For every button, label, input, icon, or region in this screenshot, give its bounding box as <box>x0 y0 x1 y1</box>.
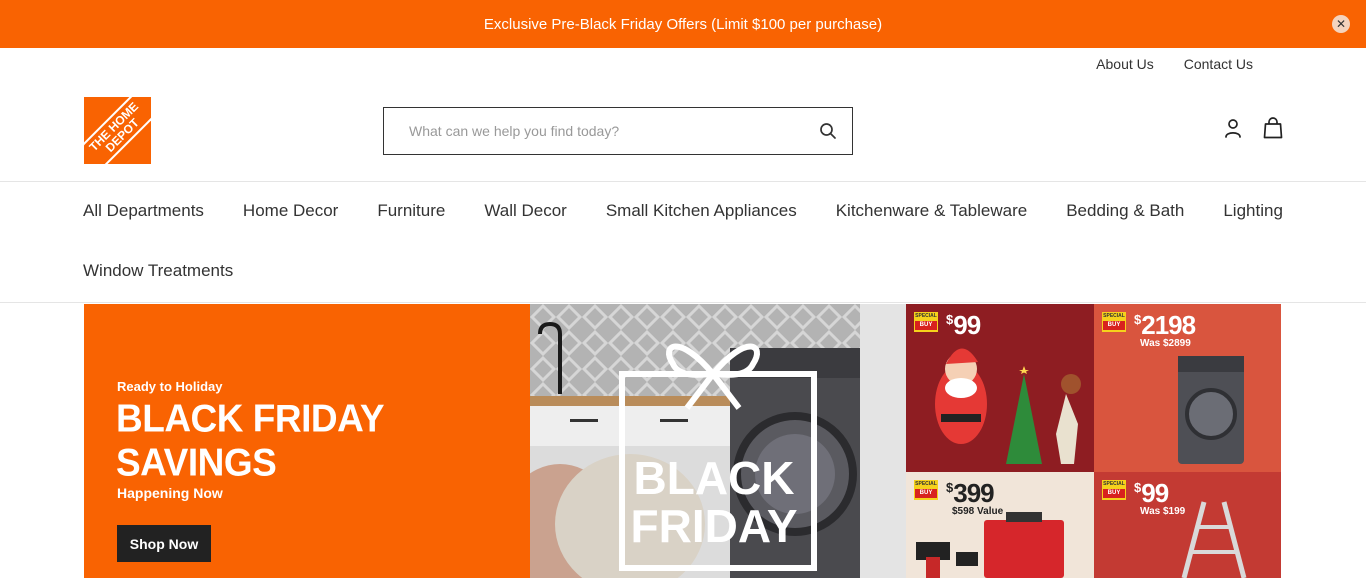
promo-banner: Exclusive Pre-Black Friday Offers (Limit… <box>0 0 1366 48</box>
hero-title: BLACK FRIDAY SAVINGS <box>116 396 385 485</box>
deal-tile-tools[interactable]: SPECIAL BUY $399 $598 Value <box>906 472 1094 578</box>
deal-tile-washer[interactable]: SPECIAL BUY $2198 Was $2899 <box>1094 304 1281 472</box>
nav-furniture[interactable]: Furniture <box>377 201 445 221</box>
logo-text: THE HOME DEPOT <box>84 97 151 164</box>
deal-was-price: Was $199 <box>1140 506 1186 517</box>
deal-was-price: Was $2899 <box>1140 338 1191 349</box>
nav-home-decor[interactable]: Home Decor <box>243 201 338 221</box>
hero-subtitle: Happening Now <box>117 485 223 501</box>
close-icon[interactable]: ✕ <box>1332 15 1350 33</box>
department-nav-row2: Window Treatments <box>83 261 233 281</box>
hero-banner[interactable]: Ready to Holiday BLACK FRIDAY SAVINGS Ha… <box>84 304 1281 578</box>
special-buy-badge: SPECIAL BUY <box>1102 312 1126 332</box>
image-text-black: BLACK <box>634 452 795 504</box>
nav-all-departments[interactable]: All Departments <box>83 201 204 221</box>
header-divider <box>0 181 1366 182</box>
nav-window-treatments[interactable]: Window Treatments <box>83 261 233 281</box>
search-input[interactable] <box>384 108 804 154</box>
deal-price: $99 <box>946 310 981 340</box>
about-us-link[interactable]: About Us <box>1096 56 1154 72</box>
promo-text: Exclusive Pre-Black Friday Offers (Limit… <box>483 15 883 33</box>
nav-wall-decor[interactable]: Wall Decor <box>484 201 567 221</box>
hero-eyebrow: Ready to Holiday <box>117 379 223 394</box>
department-nav: All Departments Home Decor Furniture Wal… <box>83 201 1283 221</box>
utility-links: About Us Contact Us <box>1096 56 1253 72</box>
contact-us-link[interactable]: Contact Us <box>1184 56 1253 72</box>
nav-small-kitchen-appliances[interactable]: Small Kitchen Appliances <box>606 201 797 221</box>
search-icon[interactable] <box>804 108 852 154</box>
deal-tile-santa[interactable]: SPECIAL BUY $99 <box>906 304 1094 472</box>
special-buy-badge: SPECIAL BUY <box>1102 480 1126 500</box>
hero-laundry-image: BLACK FRIDAY <box>530 304 906 578</box>
shop-now-button[interactable]: Shop Now <box>117 525 211 562</box>
deal-price: $99 <box>1134 478 1169 508</box>
deal-value-note: $598 Value <box>952 506 1004 517</box>
home-depot-logo[interactable]: THE HOME DEPOT <box>84 97 151 164</box>
special-buy-badge: SPECIAL BUY <box>914 312 938 332</box>
nav-lighting[interactable]: Lighting <box>1223 201 1283 221</box>
nav-divider <box>0 302 1366 303</box>
hero-promo-panel: Ready to Holiday BLACK FRIDAY SAVINGS Ha… <box>84 304 530 578</box>
nav-bedding-bath[interactable]: Bedding & Bath <box>1066 201 1184 221</box>
search-bar <box>383 107 853 155</box>
deal-tile-ladder[interactable]: SPECIAL BUY $99 Was $199 <box>1094 472 1281 578</box>
nav-kitchenware-tableware[interactable]: Kitchenware & Tableware <box>836 201 1028 221</box>
deal-price: $399 <box>946 478 995 508</box>
shopping-bag-icon[interactable] <box>1262 116 1284 140</box>
deal-price: $2198 <box>1134 310 1196 340</box>
account-icon[interactable] <box>1222 117 1244 139</box>
image-text-friday: FRIDAY <box>631 500 798 552</box>
special-buy-badge: SPECIAL BUY <box>914 480 938 500</box>
